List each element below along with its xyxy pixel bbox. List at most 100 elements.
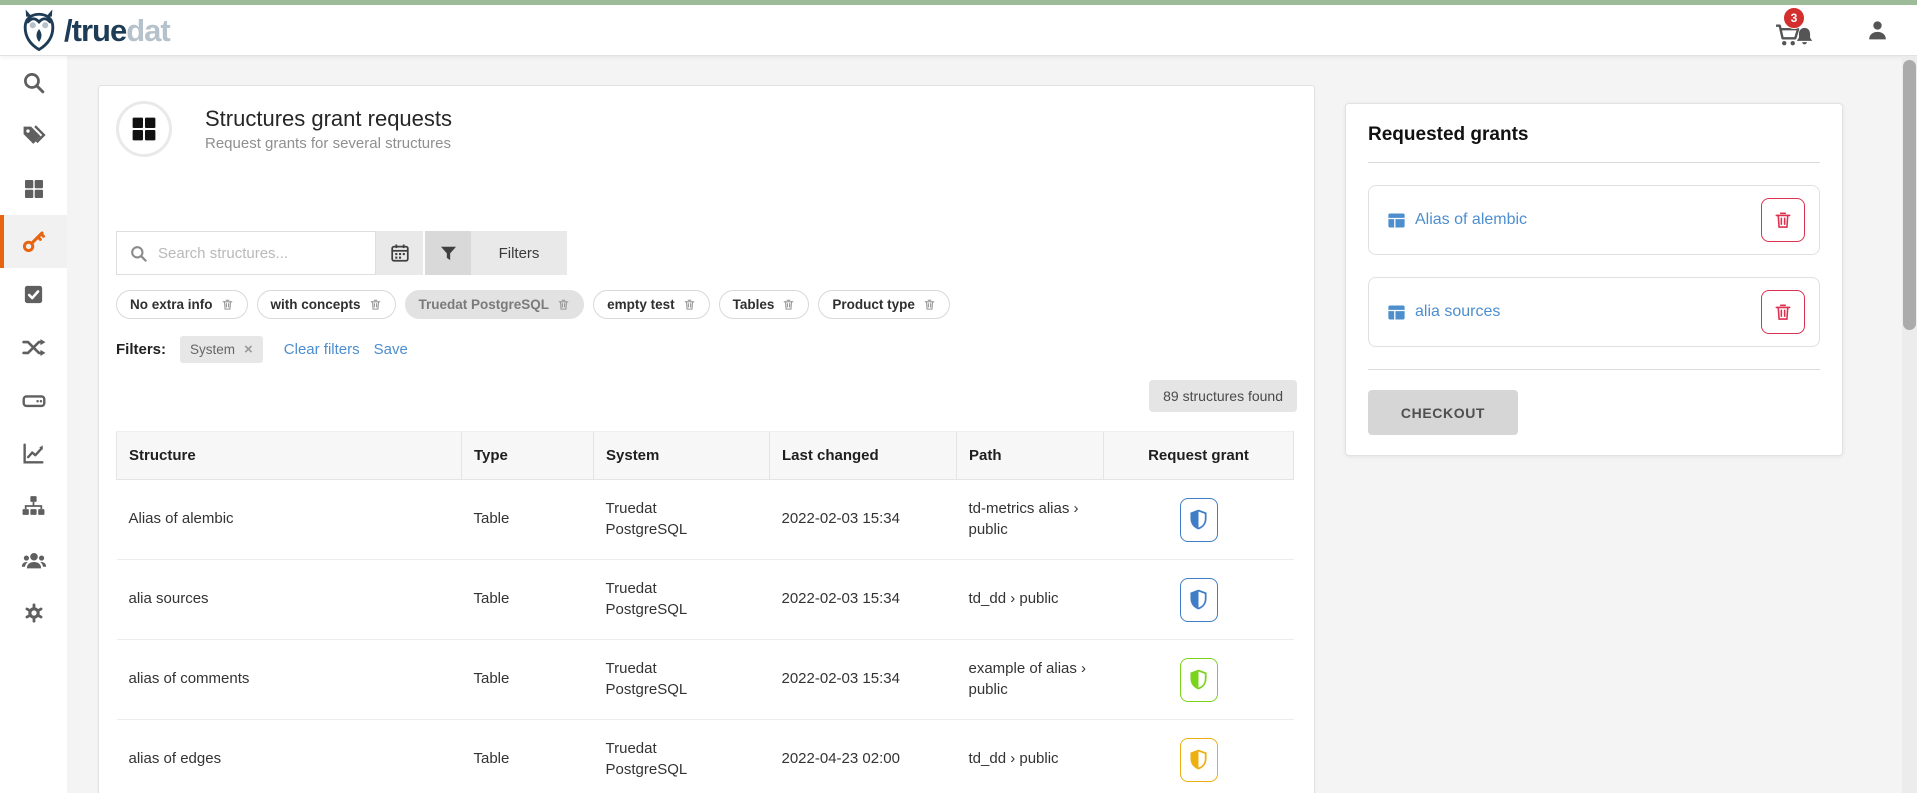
sidebar-item-taxonomy[interactable]: [0, 480, 67, 533]
results-count-badge: 89 structures found: [1149, 380, 1297, 412]
chip-tables[interactable]: Tables: [719, 290, 810, 319]
chip-label: with concepts: [271, 297, 361, 312]
brand-name: /truedat: [64, 15, 170, 46]
trash-icon[interactable]: [557, 298, 570, 311]
column-header-request-grant: Request grant: [1104, 432, 1294, 480]
chip-label: Tables: [733, 297, 775, 312]
chip-product-type[interactable]: Product type: [818, 290, 950, 319]
cart-button[interactable]: 3: [1774, 23, 1815, 47]
request-grant-button[interactable]: [1180, 658, 1218, 702]
sidebar-item-settings[interactable]: [0, 586, 67, 639]
grant-item-link[interactable]: Alias of alembic: [1387, 211, 1527, 229]
cell-path: example of alias › public: [957, 640, 1104, 720]
search-field: [116, 231, 376, 275]
column-header-last-changed: Last changed: [770, 432, 957, 480]
sidebar-item-sources[interactable]: [0, 374, 67, 427]
trash-icon: [1773, 210, 1793, 230]
filters-button-label: Filters: [499, 245, 540, 262]
shuffle-icon: [21, 335, 46, 360]
sidebar-item-search[interactable]: [0, 56, 67, 109]
applied-filters-label: Filters:: [116, 341, 166, 358]
applied-filters-bar: Filters: System × Clear filters Save: [116, 336, 1297, 363]
gear-icon: [22, 601, 46, 625]
scrollbar-thumb[interactable]: [1903, 60, 1916, 330]
chart-line-icon: [21, 441, 46, 466]
requested-grants-panel: Requested grants Alias of alembic alia s…: [1345, 103, 1843, 456]
search-input[interactable]: [158, 245, 363, 262]
shield-icon: [1188, 748, 1209, 771]
trash-icon[interactable]: [221, 298, 234, 311]
requested-grant-item: Alias of alembic: [1368, 185, 1820, 255]
request-grant-button[interactable]: [1180, 738, 1218, 782]
key-icon: [21, 229, 46, 254]
remove-grant-button[interactable]: [1761, 290, 1805, 334]
chip-with-concepts[interactable]: with concepts: [257, 290, 396, 319]
cell-last-changed: 2022-02-03 15:34: [770, 480, 957, 560]
header-actions: 3: [1774, 13, 1890, 47]
trash-icon[interactable]: [683, 298, 696, 311]
trash-icon: [1773, 302, 1793, 322]
cell-system: Truedat PostgreSQL: [594, 480, 770, 560]
sidebar-item-lineage[interactable]: [0, 321, 67, 374]
sidebar-item-quality[interactable]: [0, 268, 67, 321]
cell-system: Truedat PostgreSQL: [594, 640, 770, 720]
sidebar-item-grants[interactable]: [0, 215, 67, 268]
chip-truedat-postgresql[interactable]: Truedat PostgreSQL: [405, 290, 585, 319]
trash-icon[interactable]: [923, 298, 936, 311]
filter-chips: No extra info with concepts Truedat Post…: [116, 290, 1297, 319]
checkout-button[interactable]: CHECKOUT: [1368, 390, 1518, 435]
trash-icon[interactable]: [369, 298, 382, 311]
cell-request-grant: [1104, 640, 1294, 720]
grant-item-label: Alias of alembic: [1415, 211, 1527, 229]
cell-path: td_dd › public: [957, 720, 1104, 793]
cell-structure: alia sources: [117, 560, 462, 640]
table-row: Alias of alembic Table Truedat PostgreSQ…: [117, 480, 1294, 560]
hard-drive-icon: [21, 388, 47, 414]
cell-last-changed: 2022-02-03 15:34: [770, 640, 957, 720]
sidebar-nav: [0, 56, 67, 793]
table-row: alias of comments Table Truedat PostgreS…: [117, 640, 1294, 720]
cell-system: Truedat PostgreSQL: [594, 560, 770, 640]
sidebar-item-dashboard[interactable]: [0, 162, 67, 215]
sidebar-item-tags[interactable]: [0, 109, 67, 162]
cell-request-grant: [1104, 560, 1294, 640]
chip-no-extra-info[interactable]: No extra info: [116, 290, 248, 319]
filters-button[interactable]: Filters: [471, 231, 567, 275]
filter-toggle-button[interactable]: [425, 231, 471, 275]
sidebar-item-dashboards[interactable]: [0, 427, 67, 480]
chip-label: No extra info: [130, 297, 213, 312]
sitemap-icon: [21, 494, 46, 519]
trash-icon[interactable]: [782, 298, 795, 311]
chip-label: empty test: [607, 297, 675, 312]
sidebar-item-users[interactable]: [0, 533, 67, 586]
page-scrollbar[interactable]: [1902, 56, 1917, 793]
save-filters-link[interactable]: Save: [374, 341, 408, 358]
check-square-icon: [22, 283, 45, 306]
tags-icon: [21, 123, 46, 148]
page-title: Structures grant requests: [205, 106, 452, 132]
date-filter-button[interactable]: [376, 231, 423, 275]
cell-path: td_dd › public: [957, 560, 1104, 640]
remove-grant-button[interactable]: [1761, 198, 1805, 242]
column-header-system: System: [594, 432, 770, 480]
chip-empty-test[interactable]: empty test: [593, 290, 710, 319]
request-grant-button[interactable]: [1180, 578, 1218, 622]
request-grant-button[interactable]: [1180, 498, 1218, 542]
table-row: alias of edges Table Truedat PostgreSQL …: [117, 720, 1294, 793]
column-header-type: Type: [462, 432, 594, 480]
cell-structure: Alias of alembic: [117, 480, 462, 560]
search-icon: [21, 70, 46, 95]
chip-label: Truedat PostgreSQL: [419, 297, 550, 312]
grant-item-link[interactable]: alia sources: [1387, 303, 1500, 321]
table-icon: [1387, 304, 1406, 321]
calendar-icon: [389, 242, 411, 264]
top-accent-strip: [0, 0, 1917, 5]
remove-icon[interactable]: ×: [244, 342, 253, 357]
truedat-logo[interactable]: /truedat: [18, 8, 170, 52]
user-menu-button[interactable]: [1865, 18, 1890, 43]
structures-table: Structure Type System Last changed Path …: [116, 431, 1294, 793]
clear-filters-link[interactable]: Clear filters: [284, 341, 360, 358]
divider: [1368, 369, 1820, 370]
bell-icon: [1794, 26, 1815, 47]
search-icon: [129, 244, 148, 263]
